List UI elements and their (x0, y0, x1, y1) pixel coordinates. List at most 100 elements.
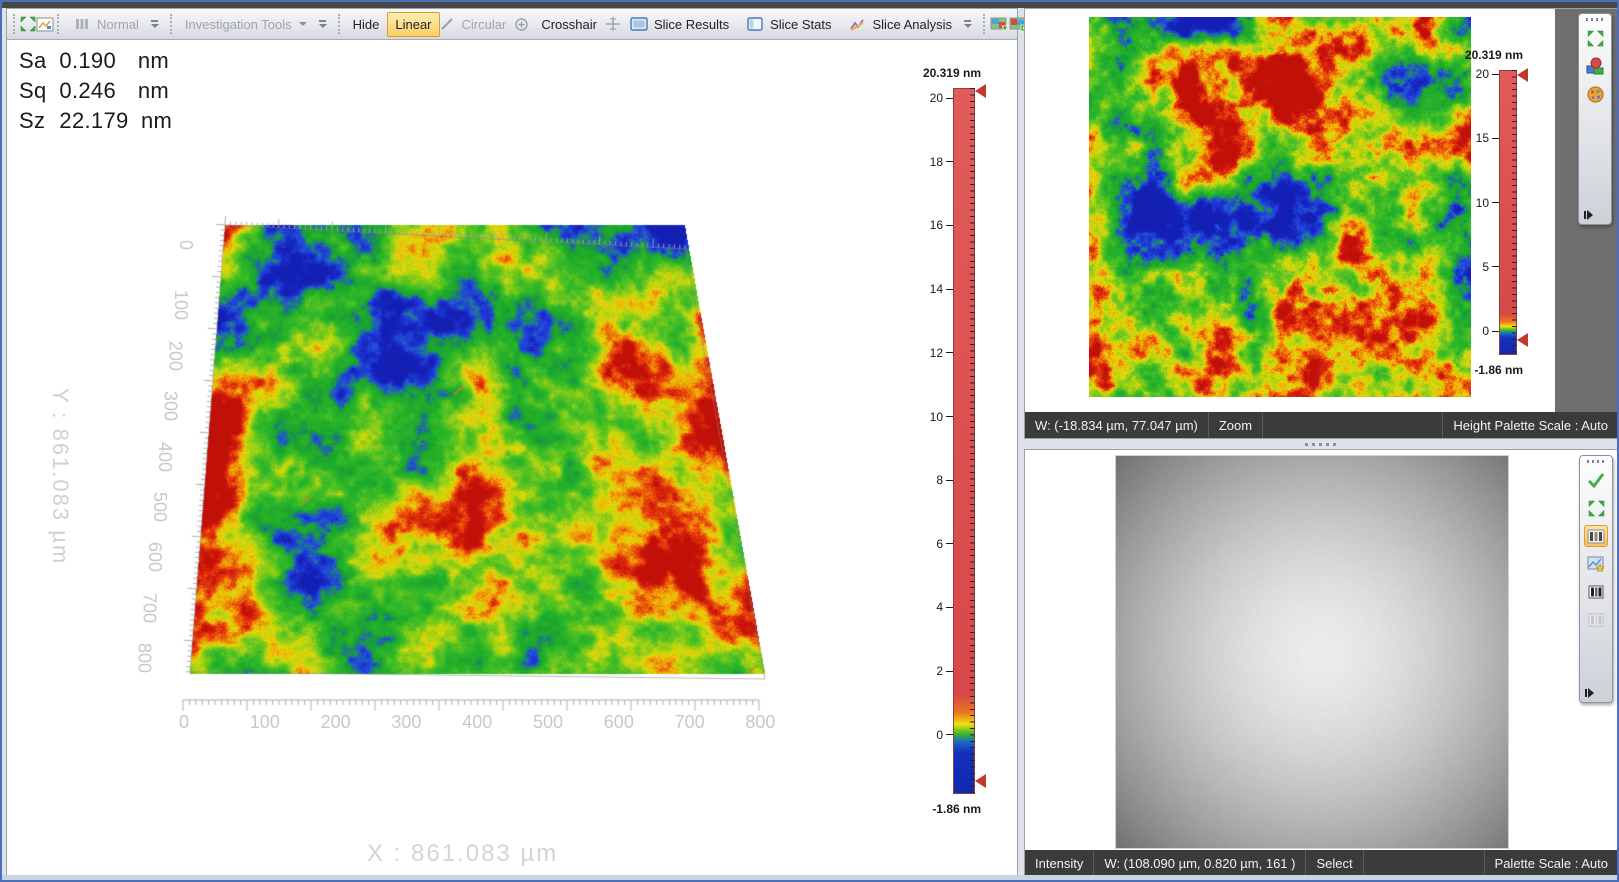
y-axis-tick-label: 700 (139, 593, 160, 623)
analysis-chart-icon (848, 14, 868, 34)
collapse-toolbar-icon[interactable] (1585, 688, 1594, 698)
topview-heightmap-canvas[interactable] (1089, 17, 1471, 397)
image-star-icon[interactable] (1584, 553, 1608, 575)
tool-mode[interactable]: Zoom (1209, 412, 1263, 438)
surface-parameters: Sa 0.190 nm Sq 0.246 nm Sz 22.179 nm (19, 46, 172, 136)
x-axis-tick-label: 200 (321, 712, 351, 733)
height-colorbar-topview[interactable]: 20.319 nm -1.86 nm 20151050 (1499, 70, 1517, 355)
palette-icon[interactable] (1583, 83, 1607, 105)
toolbar-grip[interactable] (1586, 18, 1604, 21)
expand-view-icon[interactable] (20, 14, 36, 34)
investigation-tools-button[interactable]: Investigation Tools (177, 12, 315, 37)
surface-3d-view[interactable]: Sa 0.190 nm Sq 0.246 nm Sz 22.179 nm 0 10… (7, 40, 1017, 876)
intensity-content (1025, 450, 1618, 850)
panel-splitter[interactable] (1024, 439, 1619, 449)
y-axis-tick-label: 400 (154, 442, 175, 472)
height-colorbar-3d[interactable]: 20.319 nm -1.86 nm 20181614121086420 (953, 88, 975, 794)
main-toolbar: Normal Investigation Tools Hide Linear (7, 9, 1017, 40)
normal-label: Normal (97, 17, 139, 32)
data-source[interactable]: Intensity (1025, 850, 1094, 876)
x-axis-tick-label: 400 (462, 712, 492, 733)
colorbar-min-label: -1.86 nm (1474, 363, 1523, 377)
circle-plus-icon[interactable] (514, 14, 529, 34)
slice-results-button[interactable]: Slice Results (621, 9, 737, 39)
toolbar-grip[interactable] (170, 14, 172, 34)
columns-view-disabled-icon[interactable] (1584, 609, 1608, 631)
y-axis-tick-label: 300 (159, 391, 180, 421)
colorbar-tick-label: 18 (930, 155, 953, 169)
apply-check-icon[interactable] (1584, 469, 1608, 491)
crosshair-icon[interactable] (605, 14, 621, 34)
y-axis-tick-label: 500 (149, 492, 170, 522)
toolbar-grip[interactable] (1587, 460, 1605, 463)
diagonal-slice-icon[interactable] (440, 14, 454, 34)
x-axis-tick-label: 800 (745, 712, 775, 733)
y-axis-tick-label: 800 (133, 643, 154, 673)
export-image-icon[interactable] (990, 14, 1009, 34)
toolbar-overflow-button[interactable] (151, 20, 159, 28)
colorbar-top-marker[interactable] (1517, 68, 1528, 82)
y-axis-tick-label: 100 (170, 290, 191, 320)
colorbar-tick-label: 2 (936, 664, 953, 678)
toolbar-overflow-button[interactable] (964, 20, 972, 28)
parameter-row: Sz 22.179 nm (19, 106, 172, 136)
colorbar-tick-label: 12 (930, 346, 953, 360)
colorbar-top-marker[interactable] (975, 84, 986, 98)
statusbar-spacer (1364, 850, 1484, 876)
colorbar-minor-ticks (970, 88, 975, 794)
intensity-panel: Intensity W: (108.090 µm, 0.820 µm, 161 … (1024, 449, 1619, 877)
y-axis-tick-label: 0 (175, 240, 196, 250)
toolbar-grip[interactable] (983, 14, 985, 34)
parameter-unit: nm (138, 76, 169, 106)
colorbar-min-label: -1.86 nm (932, 802, 981, 816)
colorbar-tick-label: 10 (930, 410, 953, 424)
colorbar-bottom-marker[interactable] (1517, 333, 1528, 347)
normal-button[interactable]: Normal (64, 9, 147, 39)
circular-button[interactable]: Circular (454, 12, 515, 37)
slice-stats-button[interactable]: Slice Stats (737, 9, 839, 39)
intensity-image-canvas[interactable] (1115, 455, 1509, 849)
tool-mode[interactable]: Select (1306, 850, 1363, 876)
x-axis-title: X : 861.083 µm (367, 840, 558, 868)
slice-stats-label: Slice Stats (770, 17, 831, 32)
palette-scale-mode[interactable]: Height Palette Scale : Auto (1442, 412, 1618, 438)
parameter-name: Sa (19, 46, 53, 76)
toolbar-overflow-button[interactable] (319, 20, 327, 28)
surface-3d-icon[interactable] (1583, 55, 1607, 77)
topview-panel: 20.319 nm -1.86 nm 20151050 (1024, 8, 1619, 439)
colorbar-tick-label: 0 (1482, 324, 1499, 338)
toolbar-grip[interactable] (338, 14, 340, 34)
columns-view-icon[interactable] (1584, 581, 1608, 603)
parameter-row: Sa 0.190 nm (19, 46, 172, 76)
topview-statusbar: W: (-18.834 µm, 77.047 µm) Zoom Height P… (1025, 412, 1618, 438)
toolbar-grip[interactable] (13, 14, 15, 34)
expand-view-icon[interactable] (1584, 497, 1608, 519)
collapse-toolbar-icon[interactable] (1584, 210, 1593, 220)
hide-button[interactable]: Hide (345, 12, 388, 37)
toolbar-grip[interactable] (57, 14, 59, 34)
x-axis-tick-label: 100 (250, 712, 280, 733)
colorbar-bottom-marker[interactable] (975, 774, 986, 788)
intensity-statusbar: Intensity W: (108.090 µm, 0.820 µm, 161 … (1025, 850, 1618, 876)
colorbar-max-label: 20.319 nm (1465, 48, 1523, 62)
parameter-value: 22.179 (59, 106, 128, 136)
y-axis-title: Y : 861.083 µm (47, 388, 73, 565)
app-window: Normal Investigation Tools Hide Linear (0, 0, 1619, 882)
expand-view-icon[interactable] (1583, 27, 1607, 49)
palette-scale-mode[interactable]: Palette Scale : Auto (1484, 850, 1618, 876)
columns-icon (72, 14, 92, 34)
parameter-value: 0.190 (59, 46, 125, 76)
parameter-name: Sz (19, 106, 53, 136)
colorbar-tick-label: 10 (1476, 196, 1499, 210)
panel-icon (745, 14, 765, 34)
colorbar-tick-label: 5 (1482, 260, 1499, 274)
snapshot-icon[interactable] (36, 14, 54, 34)
y-axis-tick-label: 200 (165, 341, 186, 371)
parameter-name: Sq (19, 76, 53, 106)
hide-label: Hide (353, 17, 380, 32)
intensity-map-icon[interactable] (1584, 525, 1608, 547)
linear-button[interactable]: Linear (387, 12, 439, 37)
slice-analysis-button[interactable]: Slice Analysis (840, 9, 960, 39)
surface-3d-panel: Normal Investigation Tools Hide Linear (6, 8, 1018, 877)
crosshair-button[interactable]: Crosshair (533, 12, 605, 37)
